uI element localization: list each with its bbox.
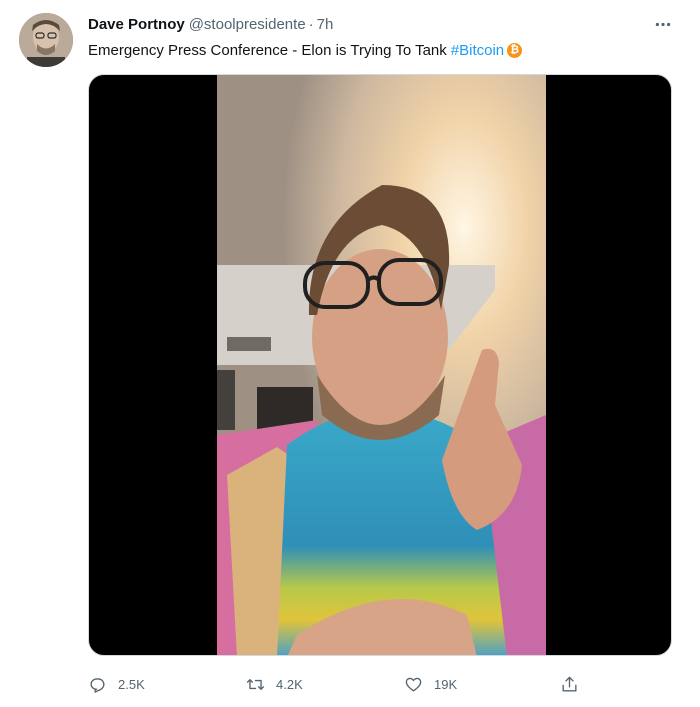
tweet[interactable]: Dave Portnoy @stoolpresidente · 7h Emerg…: [0, 0, 700, 707]
action-bar: 2.5K 4.2K 19K: [88, 672, 672, 696]
avatar[interactable]: [19, 13, 73, 67]
tweet-body-text: Emergency Press Conference - Elon is Try…: [88, 42, 447, 59]
video-frame: [217, 75, 546, 655]
display-name[interactable]: Dave Portnoy: [88, 16, 185, 33]
video-player[interactable]: [88, 74, 672, 656]
user-handle[interactable]: @stoolpresidente: [189, 16, 306, 33]
hashtag-link[interactable]: #Bitcoin: [451, 42, 504, 59]
tweet-header: Dave Portnoy @stoolpresidente · 7h: [88, 15, 333, 33]
reply-icon: [90, 677, 105, 693]
share-button[interactable]: [560, 672, 579, 696]
bitcoin-icon: ₿: [507, 43, 523, 58]
like-count: 19K: [434, 676, 458, 692]
more-options-button[interactable]: [652, 14, 674, 34]
share-icon: [562, 676, 577, 692]
heart-icon: [405, 677, 422, 692]
reply-count: 2.5K: [118, 676, 145, 692]
tweet-text: Emergency Press Conference - Elon is Try…: [88, 42, 523, 59]
retweet-button[interactable]: 4.2K: [246, 672, 303, 696]
like-button[interactable]: 19K: [404, 672, 457, 696]
timestamp[interactable]: 7h: [317, 16, 334, 33]
reply-button[interactable]: 2.5K: [88, 672, 145, 696]
retweet-count: 4.2K: [276, 676, 303, 692]
separator-dot: ·: [308, 15, 314, 33]
more-dots-icon: [655, 22, 671, 26]
video-thumbnail: [217, 75, 546, 655]
retweet-icon: [246, 678, 265, 690]
avatar-photo: [19, 13, 73, 67]
